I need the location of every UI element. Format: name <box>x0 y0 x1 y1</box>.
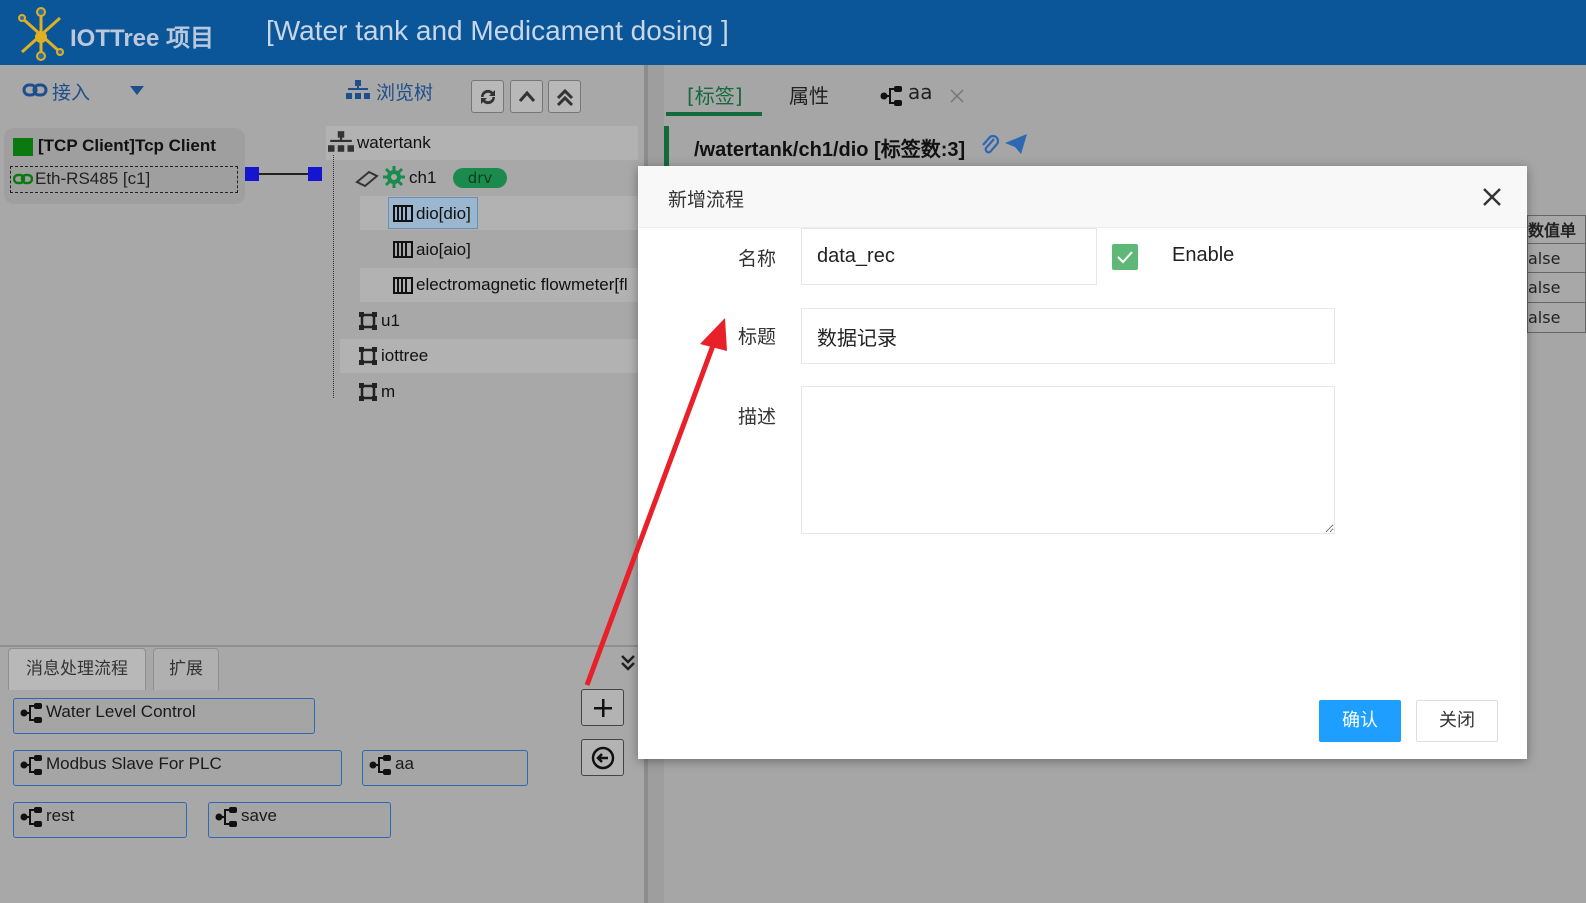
add-flow-button[interactable] <box>581 689 624 726</box>
flow-item[interactable]: aa <box>362 750 528 786</box>
app-title: IOTTree 项目 <box>70 25 215 52</box>
table-cell: alse <box>1527 243 1586 274</box>
link-icon <box>13 173 33 185</box>
gear-icon[interactable] <box>383 166 405 188</box>
iottree-logo-icon <box>18 7 64 61</box>
tree-node-iottree[interactable]: iottree <box>381 346 428 366</box>
close-icon[interactable] <box>950 89 964 103</box>
link-icon[interactable] <box>22 80 48 100</box>
confirm-button[interactable]: 确认 <box>1319 700 1401 742</box>
tree-node-u1[interactable]: u1 <box>381 311 400 331</box>
caret-down-icon[interactable] <box>130 86 144 95</box>
chevron-up-icon <box>518 90 535 102</box>
tab-message-flow[interactable]: 消息处理流程 <box>8 648 146 690</box>
description-textarea[interactable] <box>801 386 1335 534</box>
import-flow-button[interactable] <box>581 739 624 776</box>
device-icon <box>393 241 413 258</box>
app-header: IOTTree 项目 [Water tank and Medicament do… <box>0 0 1586 65</box>
flow-item[interactable]: Water Level Control <box>13 698 315 734</box>
tab-properties[interactable]: 属性 <box>789 80 829 109</box>
joint-left[interactable] <box>245 167 259 181</box>
close-icon[interactable] <box>1481 186 1503 208</box>
flow-label: Modbus Slave For PLC <box>46 754 222 773</box>
current-path: /watertank/ch1/dio [标签数:3] <box>694 139 966 161</box>
tree-device-aio[interactable]: aio[aio] <box>416 240 471 260</box>
desc-label: 描述 <box>738 406 777 428</box>
tab-flow-aa[interactable]: aa <box>908 80 933 104</box>
name-label: 名称 <box>738 248 777 270</box>
send-icon[interactable] <box>1004 133 1028 155</box>
refresh-icon <box>480 89 495 104</box>
flow-icon <box>880 86 902 106</box>
flow-label: aa <box>395 754 414 773</box>
dialog-title: 新增流程 <box>668 189 745 211</box>
table-header-cell: 数值单 <box>1527 215 1586 246</box>
enable-label: Enable <box>1172 244 1235 266</box>
table-cell: alse <box>1527 302 1586 333</box>
flow-label: Water Level Control <box>46 702 196 721</box>
flow-icon <box>20 703 42 723</box>
flow-icon <box>369 755 391 775</box>
active-tab-indicator <box>666 112 762 116</box>
arrow-circle-left-icon <box>591 746 614 769</box>
new-flow-dialog: 新增流程 名称 Enable 标题 描述 确认 关闭 <box>638 166 1527 759</box>
check-icon <box>1117 251 1133 264</box>
tree-node-m[interactable]: m <box>381 382 395 402</box>
sitemap-icon <box>328 131 354 152</box>
double-chevron-down-icon[interactable] <box>620 653 636 671</box>
flow-label: save <box>241 806 277 825</box>
connector-sub[interactable]: Eth-RS485 [c1] <box>10 166 238 193</box>
flow-item[interactable]: save <box>208 802 391 838</box>
device-icon <box>393 277 413 294</box>
name-input[interactable] <box>801 228 1097 285</box>
tree-channel-label[interactable]: ch1 <box>409 168 436 188</box>
double-chevron-up-icon <box>556 88 573 106</box>
device-icon <box>393 205 413 222</box>
tree-device-flowmeter[interactable]: electromagnetic flowmeter[fl <box>416 275 638 295</box>
title-label: 标题 <box>738 326 777 348</box>
tree-device-dio[interactable]: dio[dio] <box>416 204 471 224</box>
connector-sub-label: Eth-RS485 [c1] <box>35 169 151 188</box>
channel-icon <box>355 170 379 188</box>
enable-checkbox[interactable] <box>1112 244 1138 270</box>
connector-title[interactable]: [TCP Client]Tcp Client <box>38 136 216 156</box>
collapse-up-button[interactable] <box>510 80 543 113</box>
node-icon <box>359 312 377 330</box>
collapse-all-button[interactable] <box>548 80 581 113</box>
flow-item[interactable]: Modbus Slave For PLC <box>13 750 342 786</box>
sitemap-icon <box>346 80 370 99</box>
title-input[interactable] <box>801 308 1335 364</box>
plus-icon <box>593 698 612 717</box>
connector-status-icon <box>13 138 33 156</box>
connector-line <box>259 173 308 175</box>
paperclip-icon[interactable] <box>980 134 1000 156</box>
tab-tags[interactable]: [标签] <box>687 80 743 109</box>
flow-label: rest <box>46 806 75 825</box>
node-icon <box>359 383 377 401</box>
flow-icon <box>215 807 237 827</box>
flow-icon <box>20 755 42 775</box>
refresh-button[interactable] <box>471 80 504 113</box>
access-button[interactable]: 接入 <box>52 78 90 105</box>
table-cell: alse <box>1527 272 1586 303</box>
tree-guide <box>333 155 334 398</box>
close-button[interactable]: 关闭 <box>1416 700 1498 742</box>
node-icon <box>359 347 377 365</box>
browse-tree-button[interactable]: 浏览树 <box>376 78 433 105</box>
flow-item[interactable]: rest <box>13 802 187 838</box>
tab-extension[interactable]: 扩展 <box>153 648 219 690</box>
project-title: [Water tank and Medicament dosing ] <box>266 15 729 46</box>
tree-root-label[interactable]: watertank <box>357 133 431 153</box>
joint-right[interactable] <box>308 167 322 181</box>
driver-badge[interactable]: drv <box>453 168 507 188</box>
flow-icon <box>20 807 42 827</box>
dialog-header: 新增流程 <box>638 166 1527 228</box>
